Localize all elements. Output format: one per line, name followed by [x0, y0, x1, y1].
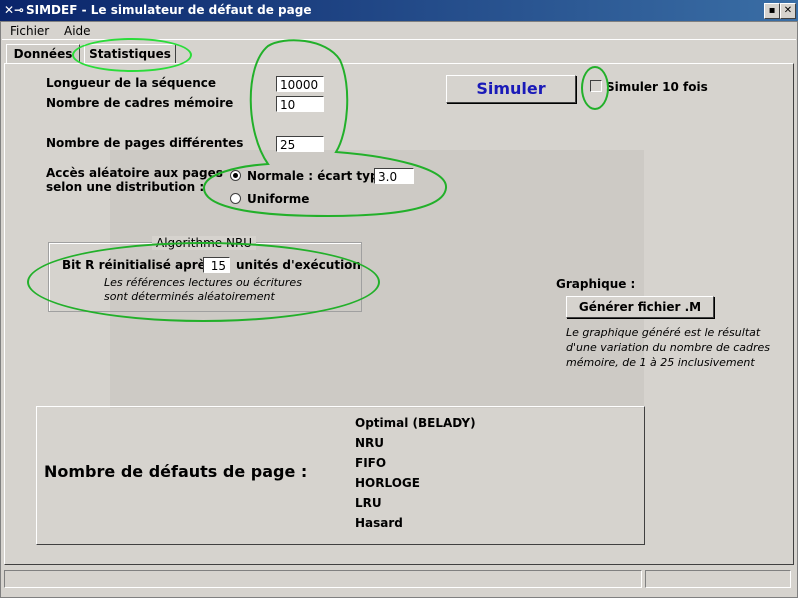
annotation-form-shape — [202, 39, 448, 218]
window-title: SIMDEF - Le simulateur de défaut de page — [26, 3, 312, 17]
annotation-checkbox — [581, 66, 609, 110]
annotation-nru — [27, 242, 380, 322]
graph-note-1: Le graphique généré est le résultat — [566, 326, 761, 339]
simuler-button[interactable]: Simuler — [446, 75, 576, 103]
result-horloge: HORLOGE — [355, 476, 420, 490]
tab-donnees[interactable]: Données — [6, 44, 80, 64]
annotation-tab — [72, 38, 192, 72]
graph-heading: Graphique : — [556, 277, 636, 291]
results-title: Nombre de défauts de page : — [44, 462, 308, 481]
close-button[interactable]: ✕ — [780, 3, 796, 19]
graph-note-3: mémoire, de 1 à 25 inclusivement — [566, 356, 755, 369]
access-label-line1: Accès aléatoire aux pages — [46, 166, 223, 180]
result-lru: LRU — [355, 496, 382, 510]
result-optimal: Optimal (BELADY) — [355, 416, 476, 430]
access-label-line2: selon une distribution : — [46, 180, 205, 194]
status-bar-secondary — [645, 570, 791, 588]
status-bar-main — [4, 570, 642, 588]
result-nru: NRU — [355, 436, 385, 450]
menu-aide[interactable]: Aide — [64, 24, 91, 38]
x-window-icon[interactable]: ✕⊸ — [4, 3, 24, 17]
result-fifo: FIFO — [355, 456, 387, 470]
graph-note-2: d'une variation du nombre de cadres — [566, 341, 771, 354]
generate-m-file-button[interactable]: Générer fichier .M — [566, 296, 714, 318]
sequence-length-label: Longueur de la séquence — [46, 76, 216, 90]
simuler-10-label: Simuler 10 fois — [606, 80, 708, 94]
result-hasard: Hasard — [355, 516, 403, 530]
menu-fichier[interactable]: Fichier — [10, 24, 49, 38]
minimize-button[interactable]: ▪ — [764, 3, 780, 19]
